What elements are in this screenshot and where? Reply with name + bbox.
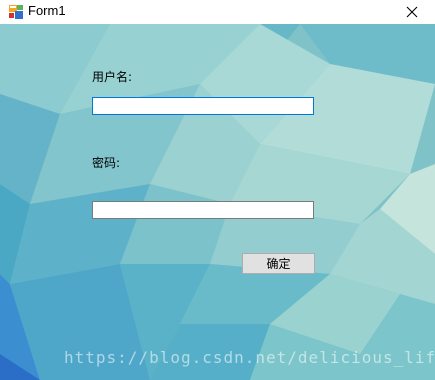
app-icon: [9, 5, 23, 19]
title-bar: Form1: [0, 0, 435, 24]
form-client-area: 用户名: 密码: 确定 https://blog.csdn.net/delici…: [0, 24, 435, 380]
username-label: 用户名:: [92, 70, 133, 84]
close-icon: [406, 6, 418, 18]
password-label: 密码:: [92, 156, 121, 170]
password-input[interactable]: [92, 201, 314, 219]
close-button[interactable]: [389, 0, 435, 24]
ok-button[interactable]: 确定: [242, 253, 315, 274]
window-title: Form1: [28, 3, 66, 18]
watermark-text: https://blog.csdn.net/delicious_life: [64, 348, 435, 367]
username-input[interactable]: [92, 97, 314, 115]
